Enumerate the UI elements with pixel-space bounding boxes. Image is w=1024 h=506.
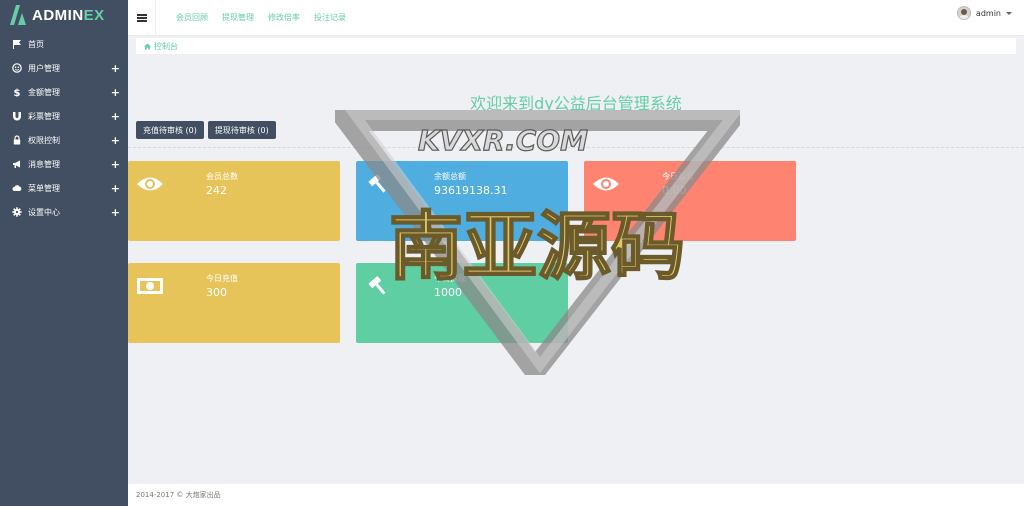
top-nav-link-odds[interactable]: 修改倍率 [268,12,300,23]
user-menu[interactable]: admin [956,6,1012,20]
footer: 2014-2017 © 大炮家出品 [128,484,1024,506]
expand-icon[interactable]: + [111,158,120,171]
stat-value: 0.00 [662,184,687,197]
recharge-pending-button[interactable]: 充值待审核 (0) [136,121,204,139]
avatar [956,6,971,20]
bullhorn-icon [11,158,23,170]
sidebar-item-money[interactable]: $ 金额管理 + [0,80,128,104]
flag-icon [11,38,23,50]
stat-value: 300 [206,286,227,299]
gavel-icon [364,173,392,195]
chevron-down-icon [1006,11,1012,15]
sidebar-item-lottery[interactable]: 彩票管理 + [0,104,128,128]
sidebar-item-label: 消息管理 [28,159,60,169]
top-nav: 会员回顾 提现管理 修改倍率 投注记录 [176,12,346,23]
top-header: 会员回顾 提现管理 修改倍率 投注记录 admin [128,0,1024,36]
stat-label: 今日提现 [434,274,466,283]
brand-logo[interactable]: ADMINEX [0,0,128,30]
sidebar-item-label: 权限控制 [28,135,60,145]
stat-value: 242 [206,184,227,197]
cloud-icon [11,182,23,194]
stat-value: 93619138.31 [434,184,508,197]
sidebar-item-label: 彩票管理 [28,111,60,121]
stat-card-balance: 余额总额 93619138.31 [356,161,568,241]
eye-icon [136,173,164,195]
svg-text:KVXR.COM: KVXR.COM [418,124,588,157]
sidebar-item-label: 菜单管理 [28,183,60,193]
gavel-icon [364,275,392,297]
eye-icon [592,173,620,195]
users-icon [11,62,23,74]
top-nav-link-bets[interactable]: 投注记录 [314,12,346,23]
withdraw-pending-button[interactable]: 提现待审核 (0) [207,121,276,139]
stat-card-today-recharge: 今日充值 300 [128,263,340,343]
expand-icon[interactable]: + [111,182,120,195]
expand-icon[interactable]: + [111,110,120,123]
top-nav-link-members[interactable]: 会员回顾 [176,12,208,23]
menu-toggle-icon[interactable] [128,0,156,36]
sidebar-item-label: 首页 [28,39,44,49]
stat-value: 1000 [434,286,462,299]
logo-mark-icon [10,5,26,25]
user-name: admin [975,8,1001,18]
audit-button-group: 充值待审核 (0) 提现待审核 (0) [136,121,276,139]
dollar-icon: $ [11,86,23,98]
home-icon [144,42,151,50]
gear-icon [11,206,23,218]
sidebar-item-menus[interactable]: 菜单管理 + [0,176,128,200]
sidebar-menu: 首页 用户管理 + $ 金额管理 + 彩票管理 + 权限控制 + 消息管理 + [0,32,128,224]
sidebar-item-label: 设置中心 [28,207,60,217]
expand-icon[interactable]: + [111,134,120,147]
stat-card-today-withdraw: 今日提现 1000 [356,263,568,343]
sidebar-item-permissions[interactable]: 权限控制 + [0,128,128,152]
breadcrumb-item-dashboard[interactable]: 控制台 [154,41,178,52]
sidebar-item-messages[interactable]: 消息管理 + [0,152,128,176]
sidebar-item-users[interactable]: 用户管理 + [0,56,128,80]
stat-card-members: 会员总数 242 [128,161,340,241]
stat-label: 今日盈亏 [662,172,694,181]
sidebar-item-home[interactable]: 首页 [0,32,128,56]
expand-icon[interactable]: + [111,206,120,219]
sidebar-item-settings[interactable]: 设置中心 + [0,200,128,224]
sidebar-item-label: 用户管理 [28,63,60,73]
breadcrumb: 控制台 [136,38,1016,54]
lock-icon [11,134,23,146]
svg-text:$: $ [14,88,21,97]
stat-label: 会员总数 [206,172,238,181]
expand-icon[interactable]: + [111,62,120,75]
brand-name: ADMINEX [32,6,105,24]
sidebar-item-label: 金额管理 [28,87,60,97]
magnet-icon [11,110,23,122]
money-icon [136,275,164,297]
sidebar: ADMINEX 首页 用户管理 + $ 金额管理 + 彩票管理 + 权限控制 + [0,0,128,506]
stat-card-today-profit: 今日盈亏 0.00 [584,161,796,241]
divider [128,147,1024,148]
expand-icon[interactable]: + [111,86,120,99]
stat-label: 余额总额 [434,172,466,181]
welcome-title: 欢迎来到dy公益后台管理系统 [470,94,682,113]
top-nav-link-withdrawals[interactable]: 提现管理 [222,12,254,23]
stat-label: 今日充值 [206,274,238,283]
